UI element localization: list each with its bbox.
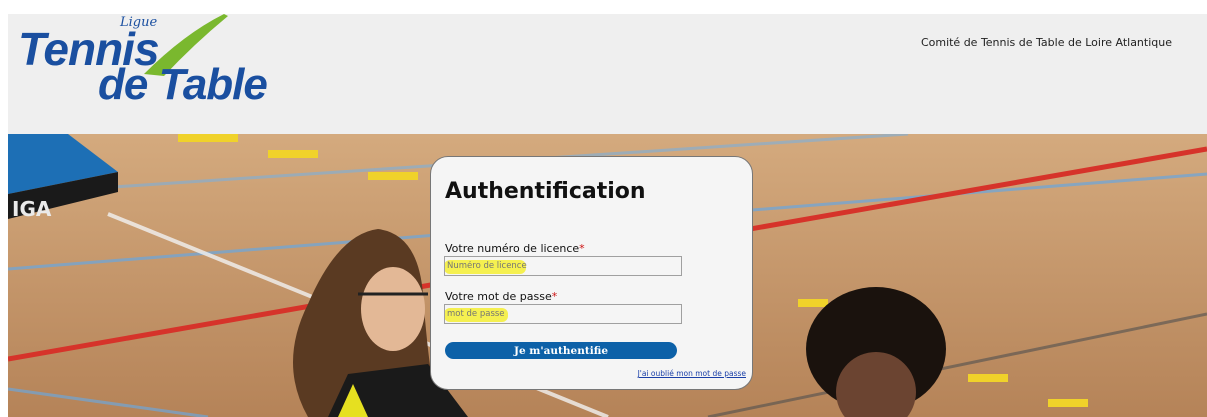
licence-label: Votre numéro de licence* xyxy=(445,242,585,255)
hero-photo: IGA Authentification Votre numéro de lic… xyxy=(8,134,1207,417)
forgot-password-link[interactable]: J'ai oublié mon mot de passe xyxy=(638,369,746,378)
table-brand-text: IGA xyxy=(12,197,52,221)
password-required-mark: * xyxy=(551,290,558,303)
password-label: Votre mot de passe* xyxy=(445,290,557,303)
logo-line-2: de Table xyxy=(98,60,268,109)
site-title: Comité de Tennis de Table de Loire Atlan… xyxy=(920,36,1172,49)
licence-input[interactable] xyxy=(444,256,682,276)
password-input[interactable] xyxy=(444,304,682,324)
login-button[interactable]: Je m'authentifie xyxy=(445,342,677,359)
site-logo[interactable]: Ligue Tennis de Table xyxy=(14,14,284,134)
password-label-text: Votre mot de passe xyxy=(445,290,552,303)
login-title: Authentification xyxy=(445,179,646,204)
licence-required-mark: * xyxy=(579,242,585,255)
site-header: Ligue Tennis de Table Comité de Tennis d… xyxy=(8,14,1207,134)
licence-label-text: Votre numéro de licence xyxy=(445,242,580,255)
login-panel: Authentification Votre numéro de licence… xyxy=(430,156,753,390)
page: Ligue Tennis de Table Comité de Tennis d… xyxy=(8,14,1207,417)
